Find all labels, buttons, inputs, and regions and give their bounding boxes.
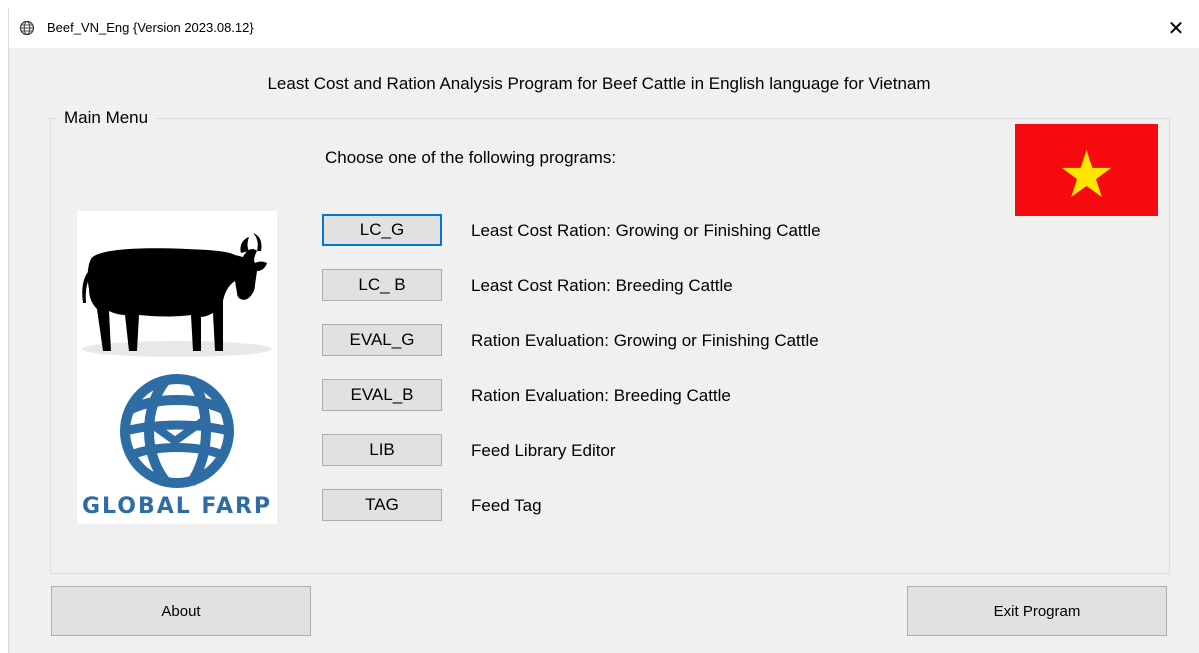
about-button[interactable]: About [51,586,311,636]
global-farp-logo: GLOBAL FARP [77,211,277,524]
title-bar[interactable]: Beef_VN_Eng {Version 2023.08.12} ✕ [9,8,1199,48]
tag-button[interactable]: TAG [322,489,442,521]
logo-text: GLOBAL FARP [81,494,273,519]
eval-b-description: Ration Evaluation: Breeding Cattle [471,386,731,405]
eval-g-description: Ration Evaluation: Growing or Finishing … [471,331,819,350]
globe-icon [19,20,35,36]
vietnam-flag [1015,124,1158,216]
lib-description: Feed Library Editor [471,441,616,460]
globe-icon [120,374,234,488]
main-menu-label: Main Menu [56,108,157,128]
eval-b-button[interactable]: EVAL_B [322,379,442,411]
tag-description: Feed Tag [471,496,542,515]
lc-g-description: Least Cost Ration: Growing or Finishing … [471,221,821,240]
programs-prompt: Choose one of the following programs: [325,148,617,167]
lc-b-description: Least Cost Ration: Breeding Cattle [471,276,733,295]
close-button[interactable]: ✕ [1153,8,1199,48]
page-title: Least Cost and Ration Analysis Program f… [267,74,931,93]
eval-g-button[interactable]: EVAL_G [322,324,442,356]
lib-button[interactable]: LIB [322,434,442,466]
window-title: Beef_VN_Eng {Version 2023.08.12} [47,20,254,35]
lc-b-button[interactable]: LC_ B [322,269,442,301]
exit-program-button[interactable]: Exit Program [907,586,1167,636]
close-icon: ✕ [1167,17,1185,40]
app-window: Beef_VN_Eng {Version 2023.08.12} ✕ Least… [8,8,1199,653]
lc-g-button[interactable]: LC_G [322,214,442,246]
